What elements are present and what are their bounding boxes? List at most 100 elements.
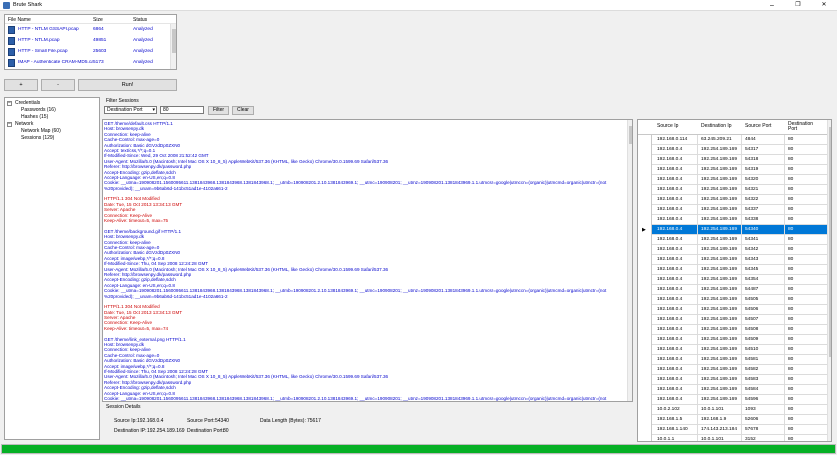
destination-ip-cell[interactable]: 10.0.1.101: [701, 437, 724, 441]
session-row[interactable]: 192.168.0.4 192.254.189.169 54321 80: [638, 185, 828, 195]
destination-ip-cell[interactable]: 10.0.1.101: [701, 407, 724, 412]
source-port-cell[interactable]: 54581: [745, 357, 758, 362]
source-port-cell[interactable]: 54582: [745, 367, 758, 372]
source-port-cell[interactable]: 54584: [745, 387, 758, 392]
destination-port-cell[interactable]: 80: [788, 197, 793, 202]
source-ip-cell[interactable]: 192.168.0.4: [657, 147, 682, 152]
session-row[interactable]: 192.168.0.4 192.254.189.169 54345 80: [638, 265, 828, 275]
file-row[interactable]: HTTP - NTLM GSSAPI.pcap 6864 Analyzed: [5, 25, 171, 35]
source-ip-cell[interactable]: 192.168.0.4: [657, 397, 682, 402]
destination-ip-cell[interactable]: 192.254.189.169: [701, 267, 737, 272]
destination-ip-cell[interactable]: 192.254.189.169: [701, 387, 737, 392]
session-row[interactable]: 192.168.0.4 192.254.189.169 54487 80: [638, 285, 828, 295]
column-source-port[interactable]: Source Port: [745, 124, 771, 129]
destination-port-cell[interactable]: 80: [788, 287, 793, 292]
filter-value-input[interactable]: 80: [160, 106, 204, 114]
session-row[interactable]: 192.168.0.4 192.254.189.169 54584 80: [638, 385, 828, 395]
row-header[interactable]: [638, 405, 652, 415]
destination-port-cell[interactable]: 80: [788, 307, 793, 312]
row-header[interactable]: [638, 415, 652, 425]
source-port-cell[interactable]: 54342: [745, 247, 758, 252]
files-scrollbar[interactable]: [170, 24, 176, 69]
destination-ip-cell[interactable]: 192.254.189.169: [701, 397, 737, 402]
destination-ip-cell[interactable]: 63.245.209.21: [701, 137, 732, 142]
row-header[interactable]: [638, 235, 652, 245]
source-ip-cell[interactable]: 192.168.0.4: [657, 327, 682, 332]
source-ip-cell[interactable]: 192.168.0.4: [657, 187, 682, 192]
session-row[interactable]: 192.168.0.4 192.254.189.169 54508 80: [638, 325, 828, 335]
destination-port-cell[interactable]: 80: [788, 147, 793, 152]
destination-port-cell[interactable]: 80: [788, 167, 793, 172]
results-tree[interactable]: − Credentials Passwords (16) Hashes (15)…: [4, 97, 100, 440]
column-file-name[interactable]: File Name: [8, 17, 31, 23]
source-port-cell[interactable]: 54596: [745, 397, 758, 402]
destination-port-cell[interactable]: 80: [788, 267, 793, 272]
source-ip-cell[interactable]: 192.168.0.4: [657, 217, 682, 222]
source-port-cell[interactable]: 54508: [745, 327, 758, 332]
source-port-cell[interactable]: 54345: [745, 267, 758, 272]
source-port-cell[interactable]: 54337: [745, 207, 758, 212]
source-ip-cell[interactable]: 192.168.0.4: [657, 157, 682, 162]
destination-ip-cell[interactable]: 192.254.189.169: [701, 287, 737, 292]
file-row[interactable]: HTTP - Small File.pcap 25603 Analyzed: [5, 47, 171, 57]
destination-port-cell[interactable]: 80: [788, 237, 793, 242]
maximize-button[interactable]: ❐: [785, 0, 811, 11]
filter-button[interactable]: Filter: [208, 106, 229, 115]
session-data-text[interactable]: GET /theme/default.css HTTP/1.1 Host: bro…: [103, 121, 627, 401]
session-row[interactable]: 192.168.0.4 192.254.189.169 54510 80: [638, 345, 828, 355]
row-header[interactable]: [638, 375, 652, 385]
destination-port-cell[interactable]: 80: [788, 187, 793, 192]
session-row[interactable]: 192.168.1.5 192.168.1.9 52606 80: [638, 415, 828, 425]
tree-node-credentials[interactable]: Credentials: [15, 100, 40, 106]
session-row[interactable]: 10.0.2.102 10.0.1.101 1093 80: [638, 405, 828, 415]
source-port-cell[interactable]: 54505: [745, 297, 758, 302]
tree-node-hashes[interactable]: Hashes (15): [21, 114, 48, 120]
source-ip-cell[interactable]: 192.168.0.4: [657, 297, 682, 302]
sessions-grid-scrollbar[interactable]: [827, 120, 831, 441]
destination-port-cell[interactable]: 80: [788, 207, 793, 212]
destination-ip-cell[interactable]: 192.254.189.169: [701, 157, 737, 162]
source-port-cell[interactable]: 54338: [745, 217, 758, 222]
destination-ip-cell[interactable]: 192.254.189.169: [701, 357, 737, 362]
row-header[interactable]: [638, 205, 652, 215]
destination-port-cell[interactable]: 80: [788, 387, 793, 392]
source-ip-cell[interactable]: 192.168.0.114: [657, 137, 687, 142]
source-ip-cell[interactable]: 192.168.1.140: [657, 427, 688, 432]
destination-port-cell[interactable]: 80: [788, 157, 793, 162]
row-header[interactable]: [638, 335, 652, 345]
row-header[interactable]: [638, 155, 652, 165]
column-source-ip[interactable]: Source Ip: [657, 124, 678, 129]
source-ip-cell[interactable]: 192.168.0.4: [657, 347, 682, 352]
source-port-cell[interactable]: 54506: [745, 307, 758, 312]
source-port-cell[interactable]: 52606: [745, 417, 758, 422]
source-port-cell[interactable]: 1093: [745, 407, 756, 412]
clear-button[interactable]: Clear: [232, 106, 254, 115]
source-ip-cell[interactable]: 10.0.1.1: [657, 437, 674, 441]
sessions-grid-scroll-thumb[interactable]: [829, 127, 831, 357]
row-header[interactable]: [638, 255, 652, 265]
destination-ip-cell[interactable]: 192.254.189.169: [701, 257, 737, 262]
source-ip-cell[interactable]: 192.168.0.4: [657, 367, 682, 372]
destination-port-cell[interactable]: 80: [788, 297, 793, 302]
remove-file-button[interactable]: -: [41, 79, 75, 91]
session-row[interactable]: 192.168.0.4 192.254.189.169 54337 80: [638, 205, 828, 215]
destination-port-cell[interactable]: 80: [788, 317, 793, 322]
session-row[interactable]: 192.168.0.4 192.254.189.169 54318 80: [638, 155, 828, 165]
source-ip-cell[interactable]: 192.168.0.4: [657, 167, 682, 172]
row-header[interactable]: [638, 265, 652, 275]
destination-ip-cell[interactable]: 192.254.189.169: [701, 237, 737, 242]
row-header[interactable]: ▶: [638, 225, 652, 235]
sessions-grid[interactable]: Source Ip Destination Ip Source Port Des…: [637, 119, 832, 442]
source-port-cell[interactable]: 54317: [745, 147, 758, 152]
source-port-cell[interactable]: 4844: [745, 137, 756, 142]
destination-ip-cell[interactable]: 192.254.189.169: [701, 327, 737, 332]
files-list[interactable]: File Name Size Status HTTP - NTLM GSSAPI…: [4, 14, 177, 70]
row-header[interactable]: [638, 245, 652, 255]
add-file-button[interactable]: +: [4, 79, 38, 91]
file-row[interactable]: IMAP - Authenticate CRAM-MD5.cap 5173 Anal…: [5, 58, 171, 68]
session-data-scroll-thumb[interactable]: [629, 126, 632, 144]
destination-ip-cell[interactable]: 192.254.189.169: [701, 297, 737, 302]
destination-ip-cell[interactable]: 192.254.189.169: [701, 317, 737, 322]
network-expander[interactable]: −: [7, 122, 12, 127]
source-port-cell[interactable]: 54320: [745, 177, 758, 182]
